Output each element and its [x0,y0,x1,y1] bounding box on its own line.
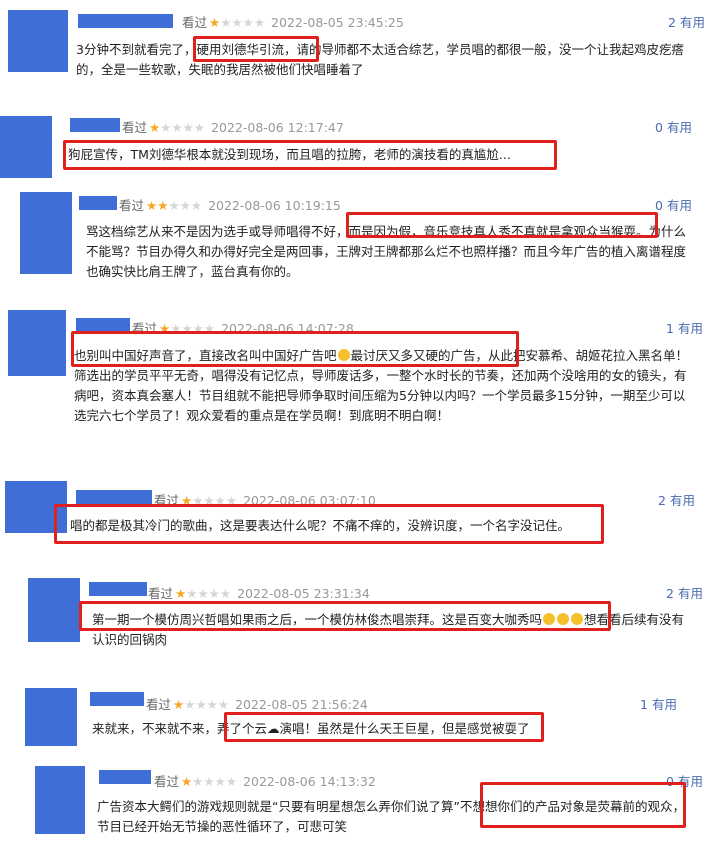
highlight-box [63,140,557,170]
comment-date: 2022-08-05 23:45:25 [271,15,404,30]
watched-label: 看过 [146,697,172,712]
comment-date: 2022-08-06 12:17:47 [211,120,344,135]
highlight-box [224,712,544,742]
rating-stars: ★★★★★ [173,697,230,712]
avatar[interactable] [35,766,85,834]
watched-label: 看过 [154,774,180,789]
username[interactable] [76,318,130,332]
watched-label: 看过 [122,120,148,135]
highlight-box [71,331,519,367]
rating-stars: ★★★★★ [181,774,238,789]
avatar[interactable] [8,10,68,72]
useful-button[interactable]: 1 有用 [640,694,677,713]
avatar[interactable] [20,192,72,274]
rating-stars: ★★★★★ [149,120,206,135]
useful-button[interactable]: 2 有用 [668,12,705,31]
comment-meta: 看过 ★★★★★ 2022-08-05 23:31:34 [148,583,370,602]
comment-date: 2022-08-06 10:19:15 [208,198,341,213]
comment-text: 3分钟不到就看完了，硬用刘德华引流，请的导师都不太适合综艺，学员唱的都很一般，没… [76,42,684,77]
highlight-box [346,212,658,238]
rating-stars: ★★★★★ [175,586,232,601]
comment-meta: 看过 ★★★★★ 2022-08-05 23:45:25 [182,12,404,31]
highlight-box [54,504,604,544]
comment-meta: 看过 ★★★★★ 2022-08-05 21:56:24 [146,694,368,713]
avatar[interactable] [25,688,77,746]
highlight-box [79,601,611,631]
useful-button[interactable]: 0 有用 [655,117,692,136]
avatar[interactable] [28,578,80,642]
watched-label: 看过 [148,586,174,601]
highlight-box [193,36,319,62]
rating-stars: ★★★★★ [209,15,266,30]
username[interactable] [99,770,151,784]
comment-date: 2022-08-06 14:13:32 [243,774,376,789]
useful-button[interactable]: 2 有用 [658,490,695,509]
watched-label: 看过 [182,15,208,30]
rating-stars: ★★★★★ [146,198,203,213]
username[interactable] [89,582,147,596]
useful-button[interactable]: 2 有用 [666,583,703,602]
comment-date: 2022-08-05 21:56:24 [235,697,368,712]
username[interactable] [70,118,120,132]
username[interactable] [78,14,173,28]
comment-meta: 看过 ★★★★★ 2022-08-06 14:13:32 [154,771,376,790]
useful-button[interactable]: 0 有用 [655,195,692,214]
avatar[interactable] [8,310,66,376]
username[interactable] [90,692,144,706]
comment-meta: 看过 ★★★★★ 2022-08-06 12:17:47 [122,117,344,136]
useful-button[interactable]: 1 有用 [666,318,703,337]
username[interactable] [76,490,152,504]
highlight-box [480,782,686,828]
username[interactable] [79,196,117,210]
watched-label: 看过 [119,198,145,213]
avatar[interactable] [0,116,52,178]
comment-meta: 看过 ★★★★★ 2022-08-06 10:19:15 [119,195,341,214]
comment-date: 2022-08-05 23:31:34 [237,586,370,601]
